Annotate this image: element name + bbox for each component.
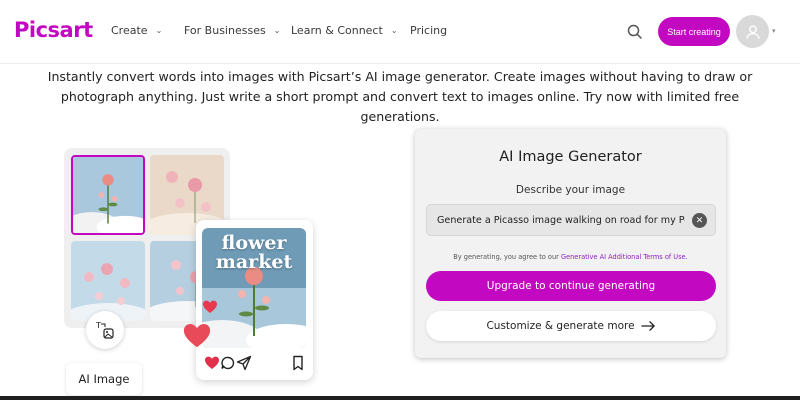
- start-creating-button[interactable]: Start creating: [658, 17, 730, 46]
- user-avatar[interactable]: [736, 15, 769, 48]
- arrow-right-icon: [640, 321, 655, 331]
- post-actions: [204, 355, 306, 373]
- prompt-input[interactable]: [437, 205, 685, 235]
- terms-notice: By generating, you agree to our Generati…: [415, 253, 726, 261]
- prompt-field: ✕: [426, 204, 716, 236]
- chevron-down-icon: ⌄: [155, 26, 163, 35]
- nav-pricing[interactable]: Pricing: [410, 24, 470, 37]
- post-image: flower market: [202, 228, 306, 348]
- customize-generate-button[interactable]: Customize & generate more: [426, 311, 716, 341]
- bookmark-icon[interactable]: [290, 355, 306, 371]
- customize-label: Customize & generate more: [486, 320, 635, 332]
- clear-icon[interactable]: ✕: [692, 213, 707, 228]
- nav-for-businesses[interactable]: For Businesses ⌄: [184, 24, 284, 37]
- prompt-label: Describe your image: [515, 184, 626, 196]
- nav-create-label: Create: [111, 24, 148, 37]
- nav-learn-connect-label: Learn & Connect: [291, 24, 383, 37]
- heart-icon[interactable]: [204, 355, 220, 371]
- svg-text:T: T: [95, 321, 101, 330]
- picsart-logo[interactable]: Picsart: [14, 18, 93, 42]
- ai-image-generator-panel: AI Image Generator Describe your image ✕…: [415, 129, 726, 358]
- nav-for-businesses-label: For Businesses: [184, 24, 266, 37]
- intro-description: Instantly convert words into images with…: [47, 69, 753, 124]
- heart-icon: [183, 324, 211, 348]
- generated-image-thumb-selected[interactable]: [71, 155, 145, 235]
- nav-learn-connect[interactable]: Learn & Connect ⌄: [291, 24, 401, 37]
- chevron-down-icon[interactable]: ▾: [772, 27, 776, 35]
- panel-title: AI Image Generator: [499, 149, 642, 165]
- chevron-down-icon: ⌄: [273, 26, 281, 35]
- nav-create[interactable]: Create ⌄: [111, 24, 171, 37]
- upgrade-button[interactable]: Upgrade to continue generating: [426, 271, 716, 301]
- user-icon: [745, 24, 760, 39]
- comment-icon[interactable]: [220, 355, 236, 371]
- heart-icon: [203, 300, 217, 313]
- chevron-down-icon: ⌄: [390, 26, 398, 35]
- terms-text: By generating, you agree to our: [453, 253, 561, 261]
- search-icon[interactable]: [626, 23, 644, 41]
- nav-pricing-label: Pricing: [410, 24, 448, 37]
- terms-link[interactable]: Generative AI Additional Terms of Use.: [561, 253, 688, 261]
- text-to-image-icon: T: [86, 311, 124, 349]
- window-bottom-edge: [0, 396, 800, 400]
- send-icon[interactable]: [236, 355, 252, 371]
- ai-image-label: AI Image: [66, 363, 142, 395]
- generated-image-thumb[interactable]: [71, 241, 145, 321]
- top-navbar: Picsart Create ⌄ For Businesses ⌄ Learn …: [0, 0, 800, 64]
- post-title: flower market: [215, 232, 293, 273]
